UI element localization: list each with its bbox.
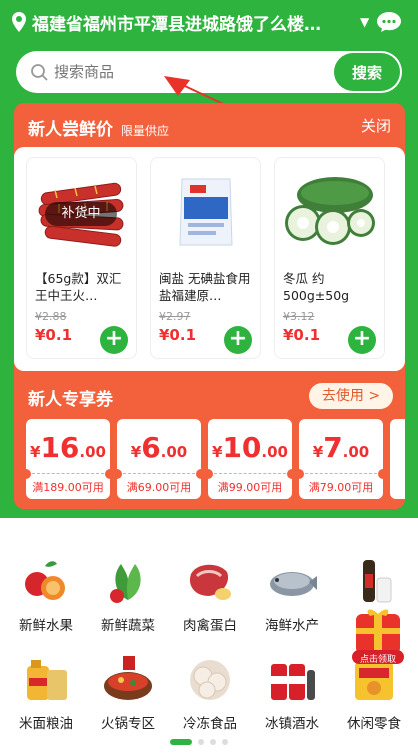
hotpot-icon xyxy=(101,652,155,706)
coupon-condition: 满189.00可用 xyxy=(32,481,104,494)
drinks-icon xyxy=(265,652,319,706)
promo-gift-badge[interactable]: 点击领取 xyxy=(348,606,408,668)
coupon-amount: 16 xyxy=(40,431,80,464)
coupon-currency: ¥ xyxy=(312,443,324,461)
category-item[interactable]: 新鲜水果 xyxy=(6,554,86,634)
coupon-currency: ¥ xyxy=(130,443,142,461)
original-price: ¥3.12 xyxy=(283,310,315,323)
product-name: 冬瓜 约500g±50g xyxy=(283,271,350,303)
category-label: 冰镇酒水 xyxy=(265,716,319,732)
sale-price: ¥0.1 xyxy=(159,326,197,344)
pager-dot xyxy=(198,739,204,745)
product-card[interactable]: 冬瓜 约500g±50g ¥3.12 ¥0.1 + xyxy=(274,157,385,359)
delivery-address[interactable]: 福建省福州市平潭县进城路饿了么楼… xyxy=(32,10,352,35)
coupon-amount: 10 xyxy=(222,431,262,464)
vegetable-icon xyxy=(101,554,155,608)
meat-icon xyxy=(183,554,237,608)
coupon-decimal: .00 xyxy=(160,443,188,461)
add-to-cart-button[interactable]: + xyxy=(348,326,376,354)
category-label: 新鲜水果 xyxy=(19,618,73,634)
coupon-amount: 6 xyxy=(141,431,161,464)
coupon-currency: ¥ xyxy=(212,443,223,461)
close-button[interactable]: 关闭 xyxy=(361,115,391,136)
promo-label: 点击领取 xyxy=(359,655,396,665)
fruit-icon xyxy=(19,554,73,608)
coupon-card[interactable]: ¥10.00 满99.00可用 xyxy=(203,419,297,499)
pager-dot xyxy=(222,739,228,745)
category-item[interactable]: 冷冻食品 xyxy=(170,652,250,732)
coupon-condition: 满69.00可用 xyxy=(126,481,192,494)
newcomer-title: 新人尝鲜价 xyxy=(28,120,113,140)
search-bar[interactable]: 搜索 xyxy=(16,51,402,93)
product-name: 闽盐 无碘盐食用盐福建原… xyxy=(159,271,251,303)
product-list: 补货中 【65g款】双汇王中王火… ¥2.88 ¥0.1 + 闽盐 无碘盐食用盐… xyxy=(14,147,405,371)
message-icon[interactable] xyxy=(376,10,402,34)
search-button[interactable]: 搜索 xyxy=(334,53,400,91)
product-card[interactable]: 闽盐 无碘盐食用盐福建原… ¥2.97 ¥0.1 + xyxy=(150,157,261,359)
location-bar[interactable]: 福建省福州市平潭县进城路饿了么楼… ▼ xyxy=(10,8,408,36)
coupon-decimal: .00 xyxy=(342,443,370,461)
category-item[interactable]: 冰镇酒水 xyxy=(252,652,332,732)
newcomer-subtitle: 限量供应 xyxy=(121,124,170,138)
category-pager xyxy=(170,739,228,745)
coupon-decimal: .00 xyxy=(261,443,288,461)
product-name: 【65g款】双汇王中王火… xyxy=(35,271,122,303)
pager-dot xyxy=(210,739,216,745)
category-label: 海鲜水产 xyxy=(265,618,319,634)
pager-dot-active xyxy=(170,739,192,745)
caret-down-icon[interactable]: ▼ xyxy=(360,15,369,29)
location-pin-icon xyxy=(12,12,26,32)
category-item[interactable]: 火锅专区 xyxy=(88,652,168,732)
category-item[interactable]: 肉禽蛋白 xyxy=(170,554,250,634)
kitchen-icon xyxy=(347,554,401,608)
coupon-card[interactable]: ¥16.00 满189.00可用 xyxy=(21,419,115,499)
category-label: 冷冻食品 xyxy=(183,716,237,732)
category-label: 火锅专区 xyxy=(101,716,155,732)
search-icon xyxy=(31,64,48,81)
category-label: 肉禽蛋白 xyxy=(183,618,237,634)
coupon-card-partial[interactable] xyxy=(390,419,405,499)
coupon-currency: ¥ xyxy=(30,443,41,461)
coupon-section-title: 新人专享券 xyxy=(28,390,113,410)
category-label: 新鲜蔬菜 xyxy=(101,618,155,634)
add-to-cart-button[interactable]: + xyxy=(100,326,128,354)
category-item[interactable]: 新鲜蔬菜 xyxy=(88,554,168,634)
coupon-condition: 满99.00可用 xyxy=(217,481,283,494)
restock-badge: 补货中 xyxy=(45,202,117,226)
original-price: ¥2.97 xyxy=(159,310,191,323)
coupon-amount: 7 xyxy=(323,431,343,464)
sale-price: ¥0.1 xyxy=(283,326,321,344)
seafood-icon xyxy=(265,554,319,608)
category-item[interactable]: 海鲜水产 xyxy=(252,554,332,634)
coupon-card[interactable]: ¥6.00 满69.00可用 xyxy=(112,419,206,499)
coupon-card[interactable]: ¥7.00 满79.00可用 xyxy=(294,419,388,499)
frozen-icon xyxy=(183,652,237,706)
salt-bag-image xyxy=(159,168,253,258)
category-label: 米面粮油 xyxy=(19,716,73,732)
product-card[interactable]: 补货中 【65g款】双汇王中王火… ¥2.88 ¥0.1 + xyxy=(26,157,137,359)
category-label: 休闲零食 xyxy=(347,716,401,732)
coupon-decimal: .00 xyxy=(79,443,106,461)
sale-price: ¥0.1 xyxy=(35,326,73,344)
use-coupon-button[interactable]: 去使用 > xyxy=(309,383,393,409)
coupon-condition: 满79.00可用 xyxy=(308,481,374,494)
newcomer-panel: 新人尝鲜价 限量供应 关闭 补货中 【65g款】双汇王中王火… ¥2.88 ¥0… xyxy=(14,103,405,509)
winter-melon-image xyxy=(283,168,377,258)
add-to-cart-button[interactable]: + xyxy=(224,326,252,354)
original-price: ¥2.88 xyxy=(35,310,67,323)
search-input[interactable] xyxy=(54,63,314,81)
category-item[interactable]: 米面粮油 xyxy=(6,652,86,732)
grain-oil-icon xyxy=(19,652,73,706)
